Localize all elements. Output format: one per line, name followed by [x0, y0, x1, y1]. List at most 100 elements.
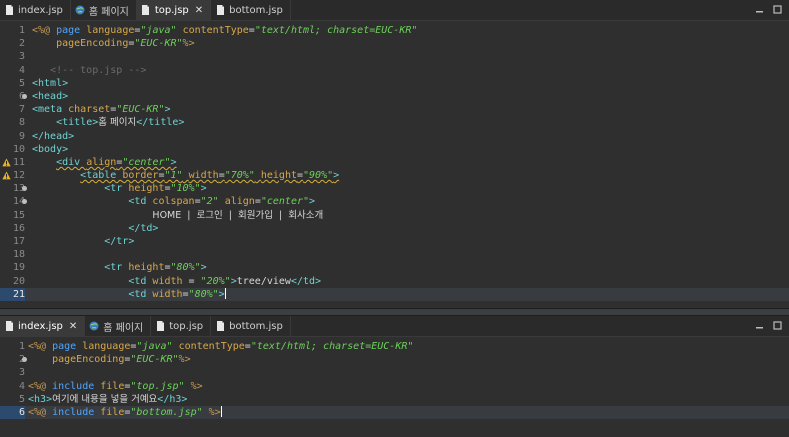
- tab-top-jsp[interactable]: top.jsp ✕: [136, 0, 212, 20]
- code-token: "80%": [188, 288, 219, 300]
- fold-marker-icon[interactable]: [22, 186, 27, 192]
- code-line[interactable]: 11 <div align="center">: [0, 156, 789, 169]
- close-icon[interactable]: ✕: [195, 5, 203, 16]
- code-token: >: [200, 262, 207, 274]
- code-token: height: [128, 183, 165, 195]
- code-text: </td>: [32, 222, 158, 235]
- code-token: HOME | 로그인 | 회원가입 | 회사소개: [152, 209, 324, 221]
- tab-home-page[interactable]: 홈 페이지: [85, 316, 152, 336]
- line-number: 4: [18, 380, 25, 392]
- code-text: <%@ page language="java" contentType="te…: [32, 24, 417, 37]
- code-line[interactable]: 3: [0, 366, 789, 379]
- code-line[interactable]: 1 <%@ page language="java" contentType="t…: [0, 24, 789, 37]
- code-text: <body>: [32, 143, 68, 156]
- maximize-icon[interactable]: [771, 3, 783, 15]
- code-token: </td>: [128, 222, 159, 234]
- code-token: pageEncoding: [56, 38, 129, 50]
- code-text: </head>: [32, 130, 74, 143]
- code-text: <html>: [32, 77, 68, 90]
- code-token: <body>: [32, 143, 69, 155]
- code-token: <%@: [28, 380, 53, 392]
- code-token: width: [152, 288, 183, 300]
- minimize-icon[interactable]: [753, 319, 765, 331]
- code-token: "10%": [170, 183, 201, 195]
- code-line[interactable]: 18: [0, 248, 789, 261]
- code-token: <head>: [32, 90, 69, 102]
- tab-top-jsp[interactable]: top.jsp: [151, 316, 212, 336]
- code-line[interactable]: 3: [0, 50, 789, 63]
- text-cursor: [220, 406, 222, 418]
- code-token: "java": [136, 341, 173, 352]
- code-token: <title>: [56, 117, 99, 129]
- code-line[interactable]: 5 <html>: [0, 77, 789, 90]
- tab-home-page[interactable]: 홈 페이지: [71, 0, 137, 20]
- code-line[interactable]: 19 <tr height="80%">: [0, 261, 789, 274]
- code-token: =: [188, 275, 201, 287]
- code-token: include: [52, 380, 101, 392]
- code-token: </tr>: [104, 236, 135, 247]
- tab-bottom-jsp[interactable]: bottom.jsp: [211, 0, 291, 20]
- tab-label: bottom.jsp: [229, 320, 283, 332]
- jsp-file-icon: [215, 321, 225, 331]
- code-token: </h3>: [157, 393, 188, 405]
- code-line[interactable]: 17 </tr>: [0, 235, 789, 248]
- code-token: "1": [164, 170, 183, 182]
- line-number: 1: [18, 25, 25, 36]
- minimize-icon[interactable]: [753, 3, 765, 15]
- code-line[interactable]: 2 pageEncoding="EUC-KR"%>: [0, 37, 789, 50]
- warning-icon[interactable]: [2, 158, 11, 167]
- code-token: <%@: [28, 341, 53, 352]
- code-line[interactable]: 10 <body>: [0, 143, 789, 156]
- code-line[interactable]: 6 <%@ include file="bottom.jsp" %>: [0, 405, 789, 420]
- code-token: width: [152, 275, 189, 287]
- code-token: page: [52, 341, 83, 352]
- editor-splitter[interactable]: [0, 308, 789, 316]
- code-line[interactable]: 1 <%@ page language="java" contentType="t…: [0, 340, 789, 353]
- tab-index-jsp[interactable]: index.jsp: [0, 0, 71, 20]
- code-token: <tr: [104, 262, 129, 274]
- code-line[interactable]: 13 <tr height="10%">: [0, 182, 789, 195]
- code-token: %>: [178, 354, 191, 366]
- code-line[interactable]: 21 <td width="80%">: [0, 287, 789, 301]
- line-number: 3: [18, 367, 25, 379]
- code-token: "java": [140, 25, 177, 36]
- code-line[interactable]: 4 <!-- top.jsp -->: [0, 64, 789, 77]
- code-line[interactable]: 2 pageEncoding="EUC-KR"%>: [0, 353, 789, 366]
- code-line[interactable]: 14 <td colspan="2" align="center">: [0, 195, 789, 208]
- code-token: "text/html; charset=EUC-KR": [254, 25, 418, 36]
- fold-marker-icon[interactable]: [22, 93, 27, 99]
- fold-marker-icon[interactable]: [22, 199, 27, 205]
- bottom-code-editor[interactable]: 1 <%@ page language="java" contentType="t…: [0, 340, 789, 420]
- code-line[interactable]: 7 <meta charset="EUC-KR">: [0, 103, 789, 116]
- line-number: 2: [18, 38, 25, 50]
- code-line[interactable]: 12 <table border="1" width="70%" height=…: [0, 169, 789, 182]
- code-line[interactable]: 5 <h3>여기에 내용을 넣을 거예요</h3>: [0, 393, 789, 406]
- code-token: %>: [184, 380, 203, 392]
- tab-bottom-jsp[interactable]: bottom.jsp: [211, 316, 291, 336]
- code-line[interactable]: 20 <td width = "20%">tree/view</td>: [0, 275, 789, 288]
- code-token: >: [333, 170, 340, 182]
- top-code-editor[interactable]: 1 <%@ page language="java" contentType="t…: [0, 24, 789, 301]
- tab-index-jsp[interactable]: index.jsp ✕: [0, 316, 86, 336]
- line-number: 4: [18, 64, 25, 76]
- warning-icon[interactable]: [2, 171, 11, 180]
- code-line[interactable]: 8 <title>홈 페이지</title>: [0, 116, 789, 129]
- line-number: 21: [0, 287, 25, 301]
- code-line[interactable]: 4 <%@ include file="top.jsp" %>: [0, 380, 789, 393]
- fold-marker-icon[interactable]: [22, 357, 27, 363]
- code-token: language: [82, 341, 131, 352]
- code-line[interactable]: 9 </head>: [0, 130, 789, 143]
- tab-label: top.jsp: [169, 320, 204, 332]
- jsp-file-icon: [4, 321, 14, 331]
- code-line[interactable]: 6<head>: [0, 90, 789, 103]
- close-icon[interactable]: ✕: [69, 321, 77, 332]
- code-line[interactable]: 16 </td>: [0, 222, 789, 235]
- maximize-icon[interactable]: [771, 319, 783, 331]
- tab-label: top.jsp: [154, 4, 189, 16]
- code-line[interactable]: 15 HOME | 로그인 | 회원가입 | 회사소개: [0, 209, 789, 222]
- code-text: HOME | 로그인 | 회원가입 | 회사소개: [32, 209, 323, 222]
- jsp-file-icon: [155, 321, 165, 331]
